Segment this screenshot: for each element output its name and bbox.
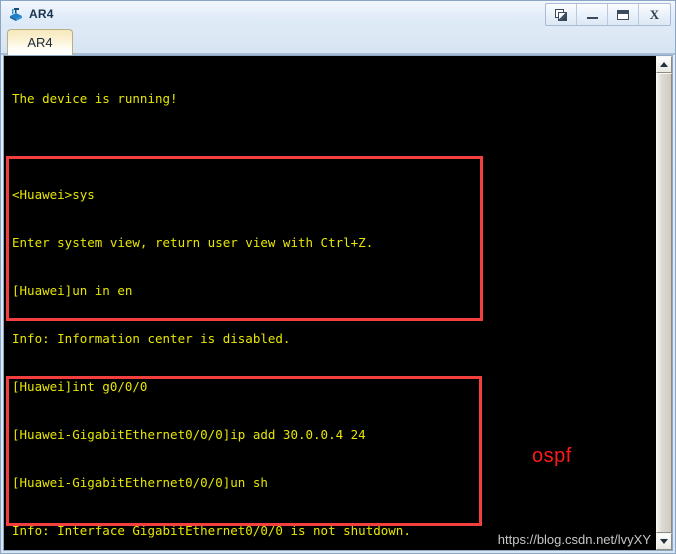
terminal-line: The device is running! (12, 91, 178, 106)
scrollbar-track[interactable] (656, 73, 672, 533)
restore-button[interactable] (546, 4, 577, 25)
tab-ar4[interactable]: AR4 (7, 29, 73, 55)
router-icon (10, 8, 22, 21)
chevron-down-icon (660, 539, 668, 544)
watermark-text: https://blog.csdn.net/lvyXY (497, 532, 651, 547)
scrollbar-thumb[interactable] (656, 73, 672, 533)
minimize-icon (586, 17, 598, 19)
maximize-button[interactable] (608, 4, 639, 25)
tab-strip: AR4 (1, 27, 675, 55)
scroll-up-button[interactable] (656, 56, 672, 73)
ar4-console-window: AR4 X AR4 The device is running! <Huawei… (0, 0, 676, 554)
close-button[interactable]: X (639, 4, 670, 25)
annotation-label-ospf: ospf (532, 445, 572, 467)
terminal-output[interactable]: The device is running! <Huawei>sys Enter… (4, 56, 655, 550)
chevron-up-icon (660, 62, 668, 67)
tab-label: AR4 (27, 35, 53, 50)
terminal-line: <Huawei>sys (12, 187, 95, 202)
console-area: The device is running! <Huawei>sys Enter… (3, 55, 673, 551)
terminal-line: Info: Information center is disabled. (12, 331, 291, 346)
terminal-line: [Huawei]un in en (12, 283, 133, 298)
terminal-line: Enter system view, return user view with… (12, 235, 374, 250)
title-bar: AR4 X (1, 1, 675, 27)
close-icon: X (649, 7, 660, 22)
window-title: AR4 (29, 7, 54, 21)
terminal-line: [Huawei]int g0/0/0 (12, 379, 148, 394)
terminal-line: [Huawei-GigabitEthernet0/0/0]ip add 30.0… (12, 427, 366, 442)
restore-icon (554, 8, 568, 21)
terminal-lines: The device is running! <Huawei>sys Enter… (4, 59, 655, 550)
terminal-line: [Huawei-GigabitEthernet0/0/0]un sh (12, 475, 268, 490)
minimize-button[interactable] (577, 4, 608, 25)
maximize-icon (617, 9, 629, 20)
vertical-scrollbar[interactable] (655, 56, 672, 550)
window-controls: X (545, 3, 671, 26)
scroll-down-button[interactable] (656, 533, 672, 550)
